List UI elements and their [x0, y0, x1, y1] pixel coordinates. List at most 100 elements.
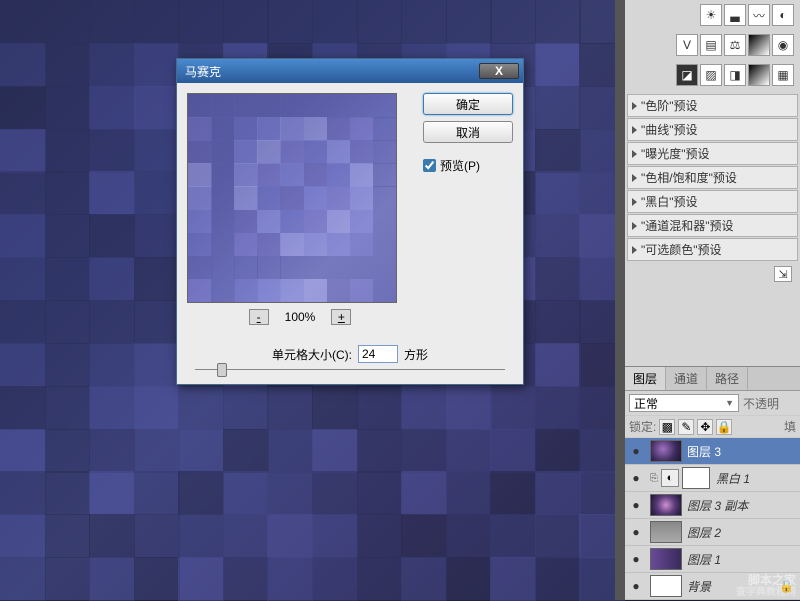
disclosure-triangle-icon [632, 126, 637, 134]
preset-label: "通道混和器"预设 [641, 217, 734, 234]
cell-size-row: 单元格大小(C): 方形 [177, 341, 523, 367]
preset-label: "可选颜色"预设 [641, 241, 722, 258]
layer-controls: 正常 ▼ 不透明 [625, 391, 800, 415]
cell-size-slider[interactable] [177, 367, 523, 384]
lock-label: 锁定: [629, 418, 656, 435]
preset-label: "色相/饱和度"预设 [641, 169, 737, 186]
zoom-in-button[interactable]: + [331, 309, 351, 325]
watermark-sub: 查字典教程网 [736, 587, 796, 598]
layer-thumb[interactable] [650, 440, 682, 462]
brightness-icon[interactable]: ☀ [700, 4, 722, 26]
filter-preview[interactable] [187, 93, 397, 303]
slider-thumb[interactable] [217, 363, 227, 377]
layer-row[interactable]: ● 图层 3 [625, 438, 800, 465]
disclosure-triangle-icon [632, 174, 637, 182]
gradmap-icon[interactable] [748, 64, 770, 86]
layer-name: 黑白 1 [714, 470, 750, 487]
mask-thumb[interactable] [682, 467, 710, 489]
layer-thumb[interactable] [650, 575, 682, 597]
layer-name: 背景 [685, 578, 711, 595]
threshold-icon[interactable]: ▤ [700, 34, 722, 56]
layer-row[interactable]: ●⎘◐黑白 1 [625, 465, 800, 492]
tab-channels[interactable]: 通道 [666, 367, 707, 390]
adjustment-icon: ◐ [661, 469, 679, 487]
adjustment-row-2: V ▤ ⚖ ◉ [625, 30, 800, 60]
preview-checkbox-row[interactable]: 预览(P) [423, 149, 513, 174]
disclosure-triangle-icon [632, 222, 637, 230]
layers-panel: 图层 通道 路径 正常 ▼ 不透明 锁定: ▩ ✎ ✥ 🔒 填 ●图层 3●⎘◐… [625, 366, 800, 600]
preset-toggle-icon[interactable]: ⇲ [774, 266, 792, 282]
layer-name: 图层 2 [685, 524, 721, 541]
lock-transparent-icon[interactable]: ▩ [659, 419, 675, 435]
panel-tabs: 图层 通道 路径 [625, 367, 800, 391]
visibility-eye-icon[interactable]: ● [625, 525, 647, 539]
levels-icon[interactable]: ▃ [724, 4, 746, 26]
chevron-down-icon: ▼ [725, 398, 734, 408]
posterize-icon[interactable]: ▨ [700, 64, 722, 86]
cell-size-label: 单元格大小(C): [272, 346, 352, 363]
colorize-icon[interactable]: ▦ [772, 64, 794, 86]
zoom-controls: - 100% + [187, 303, 413, 331]
curves-icon[interactable]: 〰 [748, 4, 770, 26]
preset-item[interactable]: "色相/饱和度"预设 [627, 166, 798, 189]
mosaic-dialog: 马赛克 X - 100% + 确定 取消 预览(P) 单元格大小(C): 方形 [176, 58, 524, 385]
layer-thumb[interactable] [650, 521, 682, 543]
cell-size-unit: 方形 [404, 346, 428, 363]
cell-size-input[interactable] [358, 345, 398, 363]
lock-position-icon[interactable]: ✥ [697, 419, 713, 435]
preset-label: "黑白"预设 [641, 193, 698, 210]
preview-checkbox[interactable] [423, 159, 436, 172]
right-panel-column: ☀ ▃ 〰 ◐ V ▤ ⚖ ◉ ◪ ▨ ◨ ▦ "色阶"预设 "曲线"预设 "曝光度… [624, 0, 800, 600]
layer-row[interactable]: ●图层 3 副本 [625, 492, 800, 519]
visibility-eye-icon[interactable]: ● [625, 498, 647, 512]
disclosure-triangle-icon [632, 198, 637, 206]
preset-item[interactable]: "通道混和器"预设 [627, 214, 798, 237]
preset-label: "曲线"预设 [641, 121, 698, 138]
selective-icon[interactable]: ◨ [724, 64, 746, 86]
watermark: 脚本之家 查字典教程网 [736, 574, 796, 598]
opacity-label: 不透明 [743, 395, 779, 412]
gradient-icon[interactable] [748, 34, 770, 56]
zoom-out-button[interactable]: - [249, 309, 269, 325]
preset-item[interactable]: "曲线"预设 [627, 118, 798, 141]
balance-icon[interactable]: ⚖ [724, 34, 746, 56]
preset-item[interactable]: "色阶"预设 [627, 94, 798, 117]
disclosure-triangle-icon [632, 246, 637, 254]
close-button[interactable]: X [479, 63, 519, 79]
layer-name: 图层 1 [685, 551, 721, 568]
layer-thumb[interactable] [650, 494, 682, 516]
dialog-titlebar[interactable]: 马赛克 X [177, 59, 523, 83]
tab-layers[interactable]: 图层 [625, 367, 666, 390]
vibrance-icon[interactable]: V [676, 34, 698, 56]
layer-name: 图层 3 [685, 443, 721, 460]
preset-panel-footer: ⇲ [625, 262, 800, 286]
visibility-eye-icon[interactable]: ● [625, 471, 647, 485]
preset-item[interactable]: "曝光度"预设 [627, 142, 798, 165]
visibility-eye-icon[interactable]: ● [625, 579, 647, 593]
preset-item[interactable]: "可选颜色"预设 [627, 238, 798, 261]
adjustment-row-3: ◪ ▨ ◨ ▦ [625, 60, 800, 90]
zoom-value: 100% [285, 310, 316, 324]
dialog-body: - 100% + 确定 取消 预览(P) [177, 83, 523, 341]
visibility-eye-icon[interactable]: ● [625, 552, 647, 566]
lock-all-icon[interactable]: 🔒 [716, 419, 732, 435]
blend-mode-select[interactable]: 正常 ▼ [629, 394, 739, 412]
lock-row: 锁定: ▩ ✎ ✥ 🔒 填 [625, 415, 800, 438]
disclosure-triangle-icon [632, 150, 637, 158]
lock-pixels-icon[interactable]: ✎ [678, 419, 694, 435]
close-icon: X [495, 64, 503, 78]
tab-paths[interactable]: 路径 [707, 367, 748, 390]
invert-icon[interactable]: ◪ [676, 64, 698, 86]
ok-button[interactable]: 确定 [423, 93, 513, 115]
layer-row[interactable]: ● 图层 1 [625, 546, 800, 573]
cancel-button[interactable]: 取消 [423, 121, 513, 143]
preset-item[interactable]: "黑白"预设 [627, 190, 798, 213]
layer-thumb[interactable] [650, 548, 682, 570]
visibility-eye-icon[interactable]: ● [625, 444, 647, 458]
fill-label: 填 [784, 418, 796, 435]
preview-checkbox-label: 预览(P) [440, 157, 480, 174]
layer-row[interactable]: ● 图层 2 [625, 519, 800, 546]
lut-icon[interactable]: ◉ [772, 34, 794, 56]
panel-divider[interactable] [615, 0, 625, 600]
exposure-icon[interactable]: ◐ [772, 4, 794, 26]
